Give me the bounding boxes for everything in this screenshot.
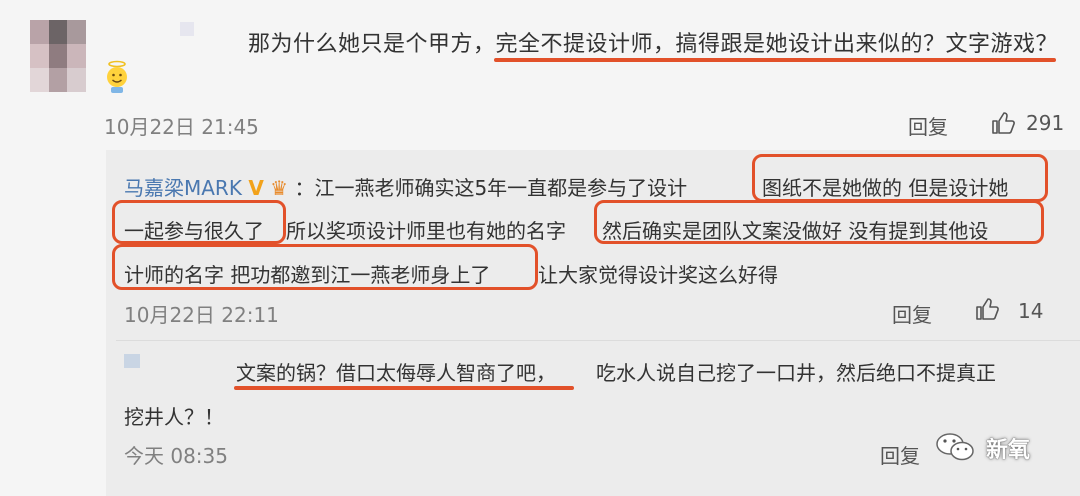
highlight-underline: [234, 386, 574, 390]
highlight-box: [112, 244, 538, 290]
reply-avatar[interactable]: [124, 354, 140, 368]
reply2-text-2: 挖井人？！: [124, 405, 224, 429]
like-icon[interactable]: [974, 296, 1000, 322]
highlight-box: [112, 200, 286, 244]
angel-emoji-icon: [107, 60, 127, 93]
reply-button[interactable]: 回复: [892, 299, 932, 328]
reply-date: 10月22日 22:11: [124, 303, 279, 327]
reply-text-2b: 所以奖项设计师里也有她的名字: [286, 219, 566, 243]
wechat-icon: [936, 433, 974, 461]
reply-line-1: 马嘉梁MARK V ♛ ：江一燕老师确实这5年一直都是参与了设计: [124, 172, 687, 201]
reply-button[interactable]: 回复: [908, 111, 948, 140]
reply-text-1a: ：江一燕老师确实这5年一直都是参与了设计: [294, 176, 688, 200]
reply-button[interactable]: 回复: [880, 440, 920, 469]
comment-date: 10月22日 21:45: [104, 115, 259, 139]
like-icon[interactable]: [990, 110, 1016, 136]
badge-mark: [180, 22, 194, 36]
highlight-underline: [494, 58, 1056, 62]
crown-badge-icon: ♛: [270, 176, 289, 200]
reply2-text-1a: 文案的锅？借口太侮辱人智商了吧，: [236, 361, 556, 385]
like-count: 291: [1026, 111, 1065, 135]
verified-v-icon: V: [248, 176, 264, 200]
comment-text: 那为什么她只是个甲方，完全不提设计师，搞得跟是她设计出来似的？文字游戏？: [248, 32, 1059, 57]
divider: [116, 340, 1080, 341]
watermark-text: 新氧: [986, 438, 1031, 463]
reply-username[interactable]: 马嘉梁MARK: [124, 176, 242, 200]
reply2-text-1b: 吃水人说自己挖了一口井，然后绝口不提真正: [596, 361, 996, 385]
highlight-box: [752, 154, 1048, 202]
highlight-box: [594, 200, 1044, 244]
watermark: 新氧: [934, 426, 1054, 466]
reply-text-3b: 让大家觉得设计奖这么好得: [538, 263, 778, 287]
commenter-avatar[interactable]: [30, 20, 86, 92]
like-count: 14: [1018, 299, 1044, 323]
reply2-date: 今天 08:35: [124, 444, 228, 468]
